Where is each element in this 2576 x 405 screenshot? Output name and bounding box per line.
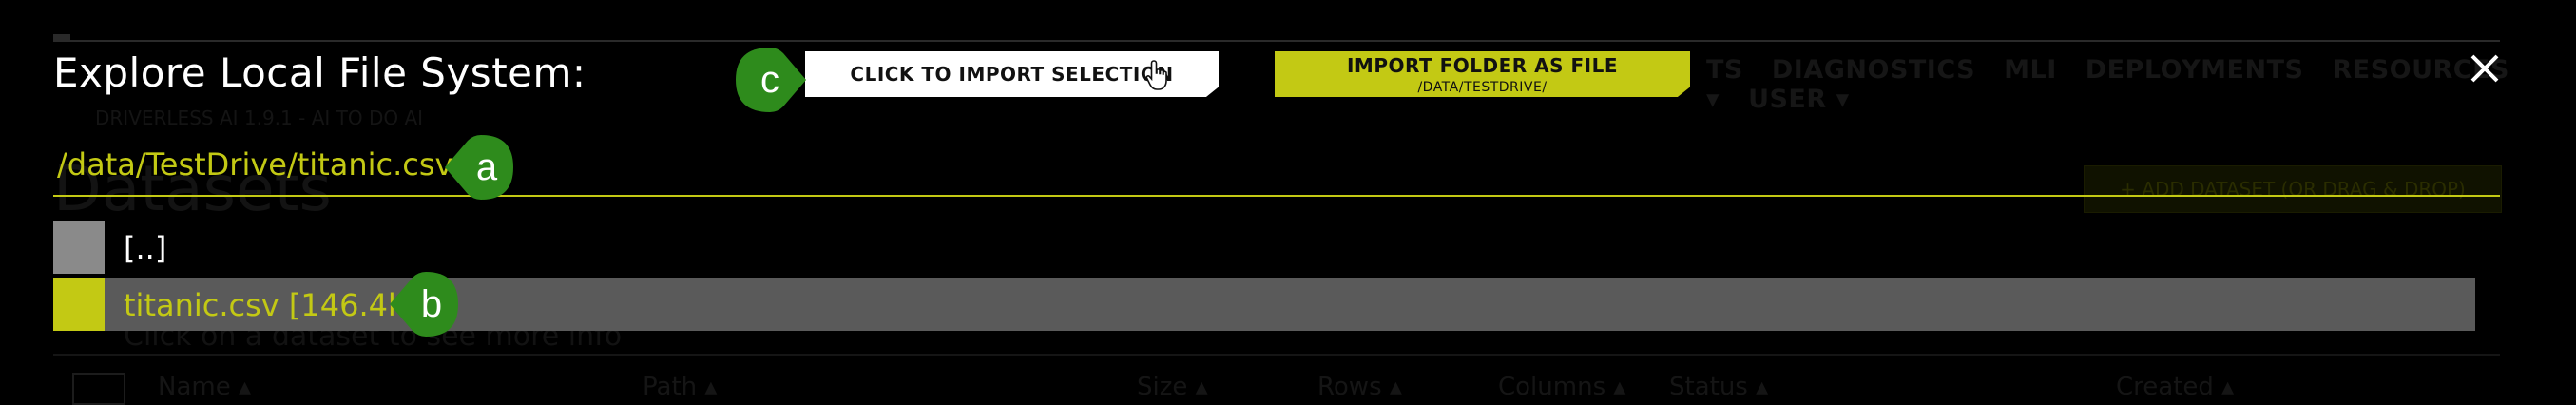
bg-header-line (53, 40, 2500, 42)
list-item-label: [..] (124, 230, 167, 266)
close-button[interactable] (2468, 53, 2502, 87)
bg-column-header: Path ▴ (643, 373, 718, 401)
import-folder-button[interactable]: IMPORT FOLDER AS FILE /DATA/TESTDRIVE/ (1275, 51, 1690, 97)
callout-a: a (445, 131, 521, 203)
folder-swatch (53, 221, 105, 274)
bg-nav-item: DEPLOYMENTS (2085, 55, 2304, 85)
bg-column-header: Name ▴ (158, 373, 252, 401)
bg-column-header: Columns ▴ (1498, 373, 1626, 401)
bg-column-header: Size ▴ (1137, 373, 1208, 401)
file-swatch (53, 278, 105, 331)
bg-nav-item: TS (1706, 55, 1743, 85)
hand-pointer-icon (1145, 59, 1172, 96)
bg-nav-item: DIAGNOSTICS (1771, 55, 1976, 85)
import-selection-label: CLICK TO IMPORT SELECTION (850, 63, 1174, 86)
callout-letter: b (420, 282, 443, 325)
bg-column-header: Created ▴ (2116, 373, 2235, 401)
bg-column-header: Status ▴ (1669, 373, 1769, 401)
callout-letter: c (760, 58, 779, 101)
bg-add-dataset-button: + ADD DATASET (OR DRAG & DROP) (2084, 165, 2502, 213)
current-path: /data/TestDrive/titanic.csv (57, 146, 453, 183)
bg-version-text: DRIVERLESS AI 1.9.1 - AI TO DO AI (95, 106, 424, 129)
import-folder-path: /DATA/TESTDRIVE/ (1417, 80, 1548, 95)
callout-c: c (711, 44, 806, 116)
import-selection-button[interactable]: CLICK TO IMPORT SELECTION (805, 51, 1219, 97)
bg-table-divider (53, 354, 2500, 356)
import-folder-label: IMPORT FOLDER AS FILE (1346, 54, 1618, 77)
callout-letter: a (475, 145, 498, 188)
close-icon (2470, 53, 2500, 87)
callout-b: b (390, 268, 466, 340)
bg-select-all-checkbox (72, 373, 125, 405)
modal-title: Explore Local File System: (53, 49, 586, 96)
bg-nav: TS DIAGNOSTICS MLI DEPLOYMENTS RESOURCES ▾ US… (1706, 55, 2576, 114)
bg-nav-item: MLI (2004, 55, 2057, 85)
bg-nav-item: USER ▾ (1748, 85, 1850, 114)
bg-column-header: Rows ▴ (1317, 373, 1402, 401)
path-underline (53, 195, 2500, 197)
list-item-parent-directory[interactable]: [..] (53, 221, 2500, 274)
